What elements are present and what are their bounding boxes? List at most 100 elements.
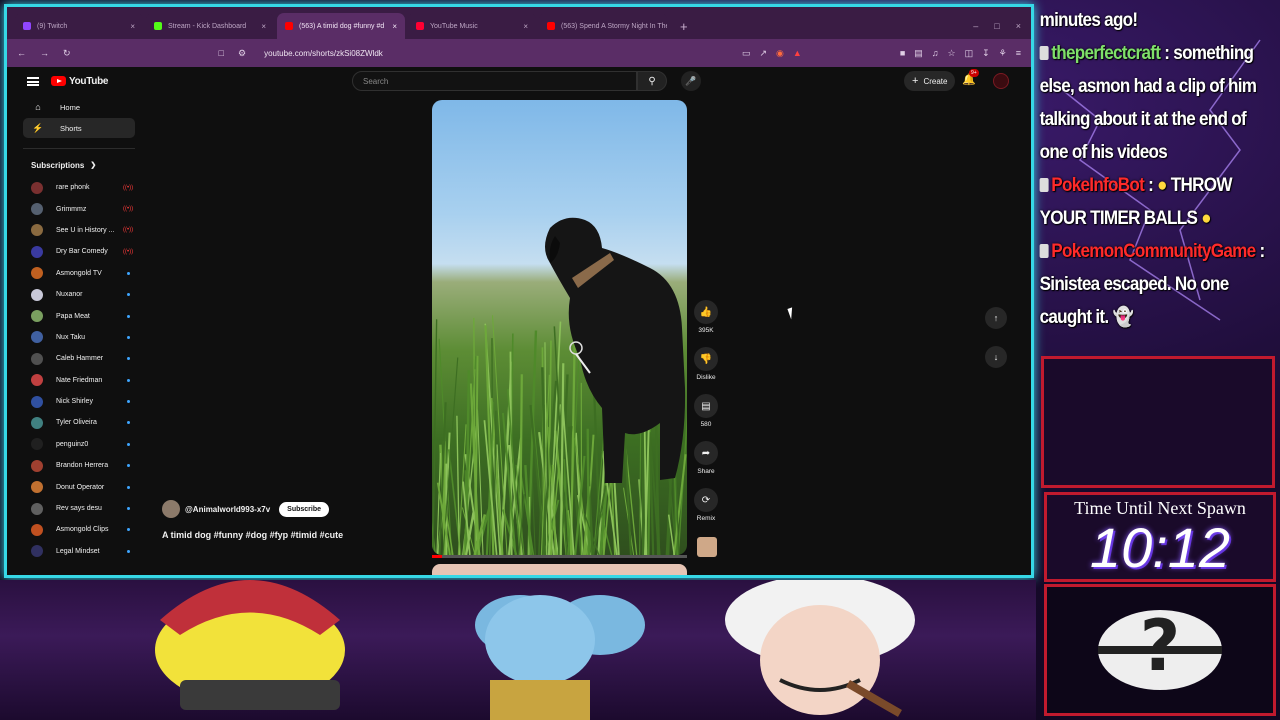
channel-avatar xyxy=(31,267,43,280)
like-count: 395K xyxy=(698,327,714,334)
search-placeholder: Search xyxy=(363,76,389,86)
close-tab-icon[interactable]: × xyxy=(130,22,135,31)
share-page-icon[interactable]: ↗ xyxy=(759,48,767,59)
forward-icon[interactable]: → xyxy=(40,48,49,58)
subscription-item[interactable]: Legal Mindset xyxy=(23,541,135,562)
remix-action[interactable]: ⟳ Remix xyxy=(693,488,719,522)
subscribe-button[interactable]: Subscribe xyxy=(279,501,330,517)
close-tab-icon[interactable]: × xyxy=(261,22,266,31)
subscription-item[interactable]: Asmongold Clips xyxy=(23,519,135,540)
subscription-item[interactable]: Brandon Herrera xyxy=(23,455,135,476)
short-video-player[interactable] xyxy=(432,100,687,555)
menu-hamburger-icon[interactable] xyxy=(27,76,39,86)
subscription-item[interactable]: Nuxanor xyxy=(23,284,135,305)
cast-icon[interactable]: ▭ xyxy=(742,48,751,59)
next-short-button[interactable]: ↓ xyxy=(985,346,1007,368)
close-tab-icon[interactable]: × xyxy=(523,22,528,31)
previous-short-button[interactable]: ↑ xyxy=(985,307,1007,329)
url-field[interactable]: youtube.com/shorts/zkSi08ZWldk xyxy=(260,43,728,63)
subscription-name: Nuxanor xyxy=(56,291,83,299)
bookmarks-icon[interactable]: ☆ xyxy=(948,48,956,59)
video-progress-bar[interactable] xyxy=(432,555,687,558)
tab-favicon-icon xyxy=(416,22,424,30)
subscription-name: Tyler Oliveira xyxy=(56,419,97,427)
youtube-page: YouTube Search ⚲ 🎤 + Create 🔔 9+ ⌂ Home ⚡ Sho… xyxy=(7,67,1031,575)
browser-tab[interactable]: (563) A timid dog #funny #d × xyxy=(277,13,405,39)
reading-list-icon[interactable]: ▤ xyxy=(914,48,923,59)
site-info-icon[interactable]: ⚙ xyxy=(238,48,246,59)
new-tab-button[interactable]: + xyxy=(670,13,698,39)
sidebar-item-home[interactable]: ⌂ Home xyxy=(23,97,135,117)
maximize-icon[interactable]: □ xyxy=(994,21,999,31)
channel-avatar xyxy=(31,545,43,558)
account-avatar[interactable] xyxy=(993,73,1009,89)
notifications-button[interactable]: 🔔 9+ xyxy=(962,69,979,86)
shield-icon[interactable]: ⚘ xyxy=(999,48,1007,59)
downloads-icon[interactable]: ↧ xyxy=(982,48,990,59)
channel-avatar[interactable] xyxy=(162,500,180,518)
extension-icon[interactable]: ■ xyxy=(900,48,905,59)
sidebar: ⌂ Home ⚡ Shorts Subscriptions ❯ rare phonk ((… xyxy=(23,97,135,575)
subscription-item[interactable]: Nick Shirley xyxy=(23,391,135,412)
subscription-item[interactable]: Papa Meat xyxy=(23,305,135,326)
sidebar-item-shorts[interactable]: ⚡ Shorts xyxy=(23,118,135,138)
subscription-item[interactable]: Dry Bar Comedy ((•)) xyxy=(23,241,135,262)
browser-tab[interactable]: Stream - Kick Dashboard × xyxy=(146,13,274,39)
browser-tab[interactable]: (9) Twitch × xyxy=(15,13,143,39)
browser-tab[interactable]: (563) Spend A Stormy Night In The× xyxy=(539,13,667,39)
channel-name[interactable]: @Animalworld993-x7v xyxy=(185,505,270,514)
subscription-item[interactable]: Rev says desu xyxy=(23,498,135,519)
subscriptions-heading[interactable]: Subscriptions ❯ xyxy=(23,157,135,173)
new-content-dot xyxy=(127,528,130,532)
subscription-item[interactable]: Nate Friedman xyxy=(23,370,135,391)
menu-icon[interactable]: ≡ xyxy=(1016,48,1021,59)
close-window-icon[interactable]: × xyxy=(1016,21,1021,31)
new-content-dot xyxy=(127,507,130,511)
back-icon[interactable]: ← xyxy=(17,48,26,58)
channel-avatar xyxy=(31,395,43,408)
subscription-item[interactable]: Grimmmz ((•)) xyxy=(23,198,135,219)
adblock-icon[interactable]: ◉ xyxy=(776,48,784,59)
remix-label: Remix xyxy=(696,515,716,522)
subscription-item[interactable]: Caleb Hammer xyxy=(23,348,135,369)
new-content-dot xyxy=(127,271,130,275)
short-title[interactable]: A timid dog #funny #dog #fyp #timid #cut… xyxy=(162,530,343,540)
comments-action[interactable]: ▤ 580 xyxy=(693,394,719,428)
subscription-item[interactable]: Tyler Oliveira xyxy=(23,412,135,433)
subscription-item[interactable]: Nux Taku xyxy=(23,327,135,348)
youtube-logo[interactable]: YouTube xyxy=(51,76,109,87)
minimize-icon[interactable]: – xyxy=(973,21,978,31)
close-tab-icon[interactable]: × xyxy=(392,22,397,31)
subscription-item[interactable]: penguinz0 xyxy=(23,434,135,455)
youtube-play-icon xyxy=(51,76,66,86)
tab-label: (563) A timid dog #funny #d xyxy=(299,22,385,30)
mouse-cursor-icon xyxy=(787,305,801,320)
subscription-item[interactable]: Asmongold TV xyxy=(23,263,135,284)
like-action[interactable]: 👍 395K xyxy=(693,300,719,334)
sidebar-icon[interactable]: ◫ xyxy=(965,48,974,59)
subscription-item[interactable]: See U in History ... ((•)) xyxy=(23,220,135,241)
remix-icon: ⟳ xyxy=(694,488,718,512)
video-progress-fill xyxy=(432,555,443,558)
create-button[interactable]: + Create xyxy=(904,71,956,91)
alert-icon[interactable]: ▲ xyxy=(793,48,802,59)
sound-thumbnail[interactable] xyxy=(697,537,717,557)
channel-avatar xyxy=(31,523,43,536)
channel-avatar xyxy=(31,438,43,451)
bookmark-icon[interactable]: □ xyxy=(219,48,224,58)
voice-search-button[interactable]: 🎤 xyxy=(681,71,701,91)
subscription-item[interactable]: Donut Operator xyxy=(23,476,135,497)
search-button[interactable]: ⚲ xyxy=(637,71,667,91)
subscription-item[interactable]: rare phonk ((•)) xyxy=(23,177,135,198)
browser-tab[interactable]: YouTube Music × xyxy=(408,13,536,39)
chat-message: PokemonCommunityGame : Sinistea escaped.… xyxy=(1039,235,1277,334)
thumbs-down-icon: 👎 xyxy=(694,347,718,371)
chat-text: minutes ago! xyxy=(1039,10,1138,31)
dislike-action[interactable]: 👎 Dislike xyxy=(693,347,719,381)
tab-label: YouTube Music xyxy=(430,22,478,30)
plus-icon: + xyxy=(912,75,919,87)
reload-icon[interactable]: ↻ xyxy=(63,48,71,59)
media-icon[interactable]: ♫ xyxy=(932,48,939,59)
search-input[interactable]: Search xyxy=(352,71,637,91)
share-action[interactable]: ➦ Share xyxy=(693,441,719,475)
